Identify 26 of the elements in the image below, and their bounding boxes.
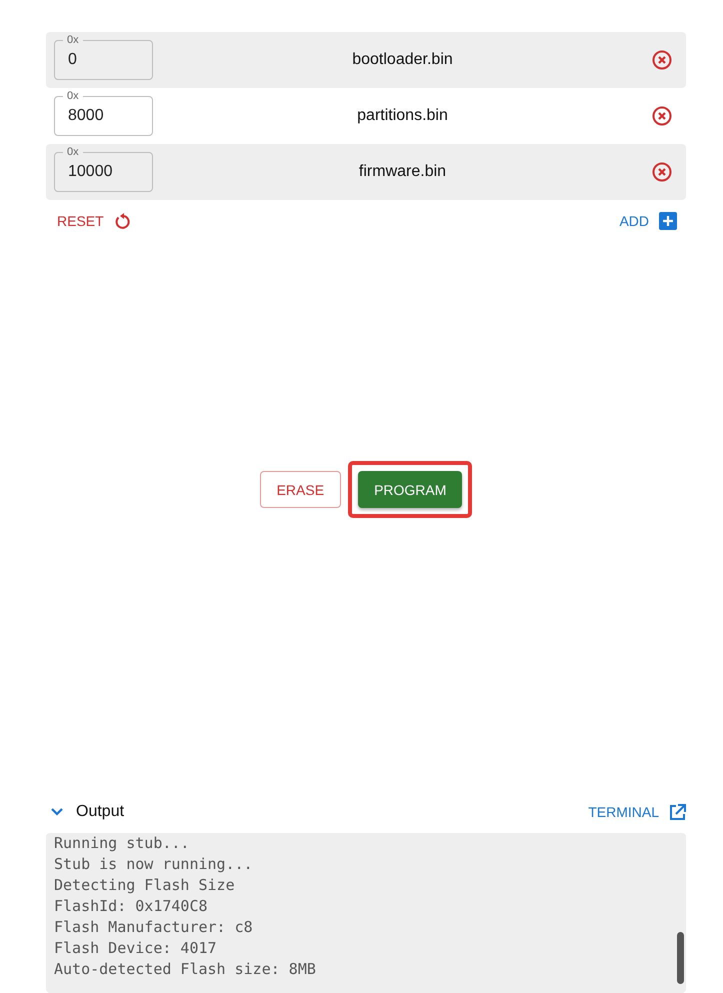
log-line: Flash Manufacturer: c8 xyxy=(54,917,254,938)
reset-icon xyxy=(114,212,130,230)
log-line: FlashId: 0x1740C8 xyxy=(54,896,209,917)
external-link-icon xyxy=(669,804,686,820)
log-line: Detecting Flash Size xyxy=(54,875,236,896)
file-name: partitions.bin xyxy=(356,107,449,125)
plus-icon xyxy=(659,212,677,230)
log-line: Running stub... xyxy=(54,833,190,854)
add-button[interactable]: ADD xyxy=(619,212,677,230)
program-button[interactable]: PROGRAM xyxy=(358,471,462,508)
close-icon xyxy=(652,50,672,70)
log-line: Flash Device: 4017 xyxy=(54,938,218,959)
remove-button[interactable] xyxy=(652,106,672,126)
close-icon xyxy=(652,106,672,126)
remove-button[interactable] xyxy=(652,162,672,182)
reset-button[interactable]: RESET xyxy=(57,212,130,230)
terminal-link[interactable]: TERMINAL xyxy=(588,804,686,820)
file-name: firmware.bin xyxy=(358,163,448,181)
file-name: bootloader.bin xyxy=(351,51,454,69)
log-line: Auto-detected Flash size: 8MB xyxy=(54,959,317,980)
erase-button[interactable]: ERASE xyxy=(260,471,342,508)
remove-button[interactable] xyxy=(652,50,672,70)
output-toggle[interactable]: Output xyxy=(46,803,124,821)
close-icon xyxy=(652,162,672,182)
log-line: Stub is now running... xyxy=(54,854,254,875)
scrollbar-thumb[interactable] xyxy=(677,932,684,984)
